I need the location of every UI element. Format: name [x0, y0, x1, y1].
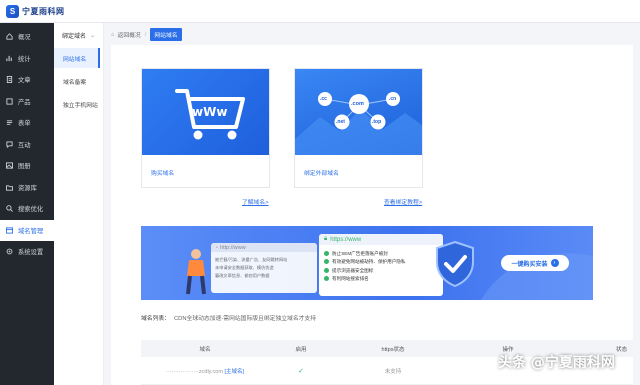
person-illustration [186, 249, 206, 295]
bind-domain-card[interactable]: .cc .com .cn .net .top 绑定外部域名 [294, 68, 423, 188]
folder-icon [6, 184, 13, 191]
form-icon [6, 119, 13, 126]
secure-browser-window: 🔒︎ https://www 防止SEM广告拒落账户被封 有效避免网站被劫持、保… [319, 234, 443, 296]
sidebar-item-seo[interactable]: 搜索优化 [0, 198, 54, 220]
arrow-right-icon: › [550, 259, 559, 267]
chevron-down-icon: ⌄ [89, 33, 95, 39]
bind-domain-caption[interactable]: 绑定外部域名 [304, 168, 339, 177]
sidebar-item-form[interactable]: 表单 [0, 112, 54, 134]
sidebar-item-label: 资源库 [18, 184, 37, 192]
sidebar-item-stats[interactable]: 统计 [0, 48, 54, 70]
tld-label: .net [336, 119, 345, 125]
buy-domain-card[interactable]: wWw 购买域名 [141, 68, 270, 188]
subnav-group-bind-domain[interactable]: 绑定域名 ⌄ [54, 23, 103, 48]
logo-icon: S [6, 4, 19, 18]
sub-navigation: 绑定域名 ⌄ 网站域名 域名备案 独立手机网站 [54, 23, 104, 385]
lock-icon: 🔒︎ [324, 236, 328, 242]
sidebar-item-label: 产品 [18, 98, 31, 106]
sidebar-item-overview[interactable]: 概况 [0, 26, 54, 48]
subnav-item-site-domain[interactable]: 网站域名 [54, 48, 100, 68]
sidebar-item-article[interactable]: 文章 [0, 69, 54, 91]
column-header-https: https状态 [381, 346, 405, 353]
breadcrumb-current: 网站域名 [150, 28, 182, 41]
risk-item: 被拦截/污染、流量广告、友网跳转网站 [215, 257, 288, 262]
sidebar-item-label: 系统设置 [18, 249, 44, 257]
domain-icon [6, 227, 13, 234]
sidebar-item-label: 概况 [18, 34, 31, 42]
enabled-check-icon[interactable]: ✓ [269, 367, 333, 375]
bind-tutorial-link[interactable]: 查看绑定教程> [384, 197, 422, 206]
cart-illustration: wWw [142, 69, 269, 155]
shield-icon [436, 240, 474, 288]
unlock-icon: ◔ [215, 244, 219, 251]
image-icon [6, 162, 13, 169]
buy-domain-caption[interactable]: 购买域名 [151, 168, 174, 177]
article-icon [6, 76, 13, 84]
sidebar-item-gallery[interactable]: 图册 [0, 155, 54, 177]
sidebar-item-interact[interactable]: 互动 [0, 134, 54, 156]
search-icon [6, 205, 13, 213]
sidebar-item-product[interactable]: 产品 [0, 91, 54, 113]
product-icon [6, 98, 13, 105]
buy-install-label: 一键购买安装 [511, 261, 548, 268]
stats-icon [6, 55, 13, 62]
check-icon [324, 276, 329, 282]
subnav-item-mobile-site[interactable]: 独立手机网站 [54, 94, 103, 114]
top-bar: S 宁夏雨科网 [0, 0, 640, 23]
www-art-text: wWw [192, 105, 228, 119]
sidebar-item-label: 统计 [18, 55, 31, 63]
home-icon: ⌂ [111, 31, 115, 38]
risk-item: 篡改文章信息、偷窃用户数据 [215, 273, 270, 278]
subnav-item-domain-filing[interactable]: 域名备案 [54, 71, 103, 91]
check-icon [324, 250, 329, 256]
gear-icon [6, 248, 13, 255]
tld-label: .top [372, 119, 382, 125]
risk-item: 未申请安全数据获取、模仿伪造 [215, 265, 274, 270]
sidebar-item-resources[interactable]: 资源库 [0, 177, 54, 199]
breadcrumb-back-link[interactable]: 返回概况 [118, 30, 141, 39]
domain-name: ··················zcdly.com [165, 368, 223, 375]
sidebar-item-label: 搜索优化 [18, 206, 44, 214]
chat-icon [6, 141, 13, 148]
ssl-promo-banner[interactable]: ◔ http://www 被拦截/污染、流量广告、友网跳转网站 未申请安全数据获… [141, 226, 593, 300]
domain-list-heading: 域名列表： CDN全球动态加速-需网站国际版且绑定独立域名才支持 [141, 313, 316, 322]
sidebar-item-label: 文章 [18, 77, 31, 85]
insecure-browser-window: ◔ http://www 被拦截/污染、流量广告、友网跳转网站 未申请安全数据获… [211, 243, 317, 293]
check-icon [324, 259, 329, 265]
site-logo[interactable]: 宁夏雨科网 [22, 6, 65, 17]
tld-label: .cn [389, 96, 397, 102]
sidebar-item-label: 域名管理 [18, 227, 44, 235]
benefit-item: 有效避免网站被劫持、保护用户隐私 [332, 259, 406, 264]
domain-list-label: 域名列表： [141, 316, 170, 322]
tld-label: .com [351, 101, 364, 107]
domain-list-note: CDN全球动态加速-需网站国际版且绑定独立域名才支持 [174, 316, 317, 322]
tld-network-illustration: .cc .com .cn .net .top [295, 69, 422, 155]
https-status: 未支持 [384, 368, 402, 375]
benefit-item: 提示浏览器安全图标 [332, 267, 374, 273]
sidebar: 概况 统计 文章 产品 表单 互动 图册 资源库 搜索优化 域名管理 系统设置 [0, 23, 54, 385]
sidebar-item-label: 互动 [18, 141, 31, 149]
sidebar-item-label: 表单 [18, 120, 31, 128]
subnav-group-label: 绑定域名 [62, 34, 87, 40]
insecure-url: http://www [220, 244, 246, 251]
benefit-item: 防止SEM广告拒落账户被封 [332, 250, 388, 256]
column-header-enabled: 启用 [295, 346, 307, 353]
secure-url: https://www [330, 236, 362, 243]
tld-label: .cc [320, 96, 327, 102]
sidebar-item-label: 图册 [18, 163, 31, 171]
sidebar-item-settings[interactable]: 系统设置 [0, 241, 54, 263]
learn-domain-link[interactable]: 了解域名> [242, 197, 269, 206]
column-header-domain: 域名 [199, 346, 211, 353]
home-icon [6, 33, 13, 40]
network-graphic-icon [295, 92, 422, 155]
check-icon [324, 267, 329, 273]
breadcrumb-separator: / [144, 31, 147, 38]
domain-cell: ··················zcdly.com [主域名] [141, 367, 269, 375]
watermark: 头条 @宁夏雨科网 [498, 355, 615, 371]
buy-install-button[interactable]: 一键购买安装 › [501, 255, 569, 271]
primary-domain-tag: [主域名] [224, 368, 245, 375]
benefit-item: 有利网站搜索排名 [332, 276, 369, 281]
sidebar-item-domain[interactable]: 域名管理 [0, 219, 54, 241]
breadcrumb: ⌂ 返回概况 / 网站域名 [111, 26, 182, 43]
